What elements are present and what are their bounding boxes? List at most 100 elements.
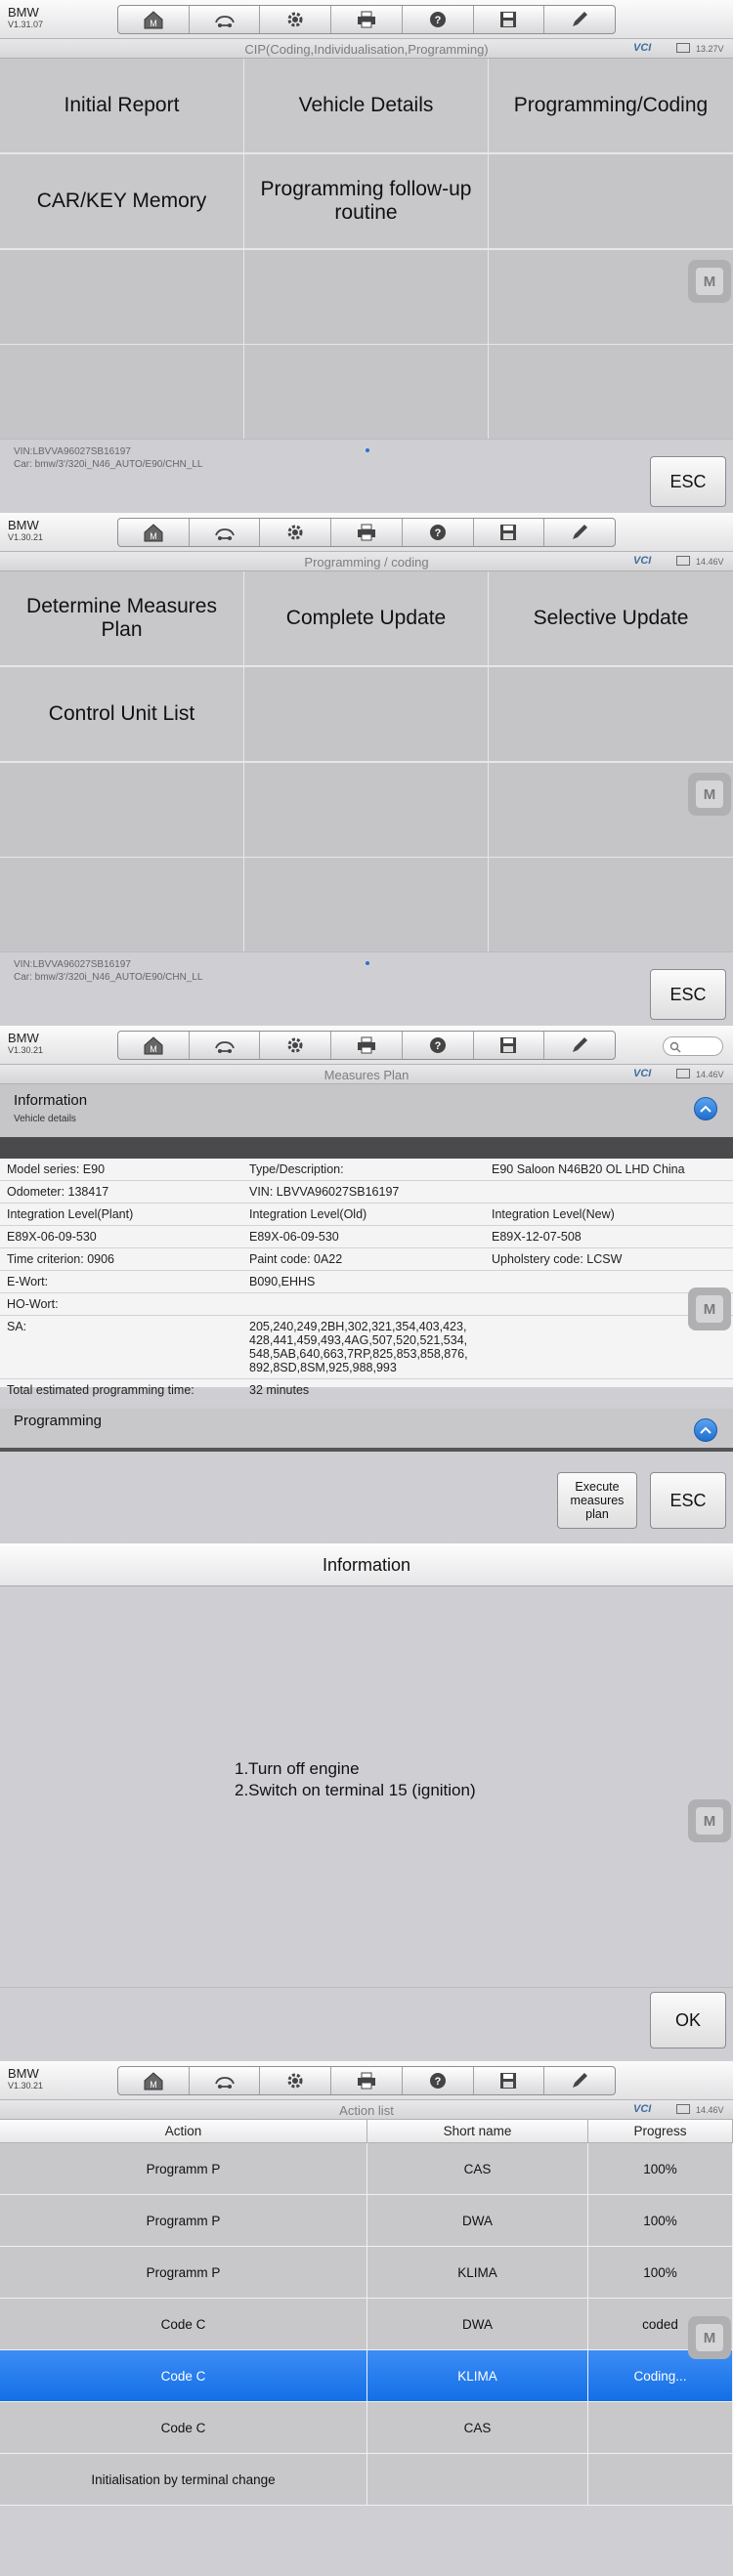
information-section-header[interactable]: Information Vehicle details (0, 1084, 733, 1137)
save-button[interactable] (474, 6, 545, 33)
menu-tile-complete-update[interactable]: Complete Update (244, 571, 488, 665)
car-button[interactable] (190, 2067, 261, 2094)
table-cell: Programm P (0, 2143, 367, 2194)
menu-tile-programming-follow-up-routine[interactable]: Programming follow-up routine (244, 153, 488, 248)
help-button[interactable]: ? (403, 519, 474, 546)
menu-tile-vehicle-details[interactable]: Vehicle Details (244, 59, 488, 152)
table-row[interactable]: Code C KLIMA Coding... (0, 2350, 733, 2402)
ok-button[interactable]: OK (650, 1992, 726, 2048)
printer-icon (355, 2070, 378, 2091)
table-cell: Time criterion: 0906 (7, 1252, 114, 1266)
menu-tile-empty (0, 249, 243, 344)
save-button[interactable] (474, 1032, 545, 1059)
pen-button[interactable] (544, 1032, 615, 1059)
screen-information-dialog: Information 1.Turn off engine 2.Switch o… (0, 1543, 733, 2061)
instruction-line-1: 1.Turn off engine (235, 1759, 360, 1778)
gear-button[interactable] (260, 2067, 332, 2094)
esc-button[interactable]: ESC (650, 456, 726, 507)
car-button[interactable] (190, 519, 261, 546)
collapse-arrow-icon[interactable] (694, 1418, 717, 1442)
menu-tile-initial-report[interactable]: Initial Report (0, 59, 243, 152)
svg-text:M: M (150, 2080, 157, 2090)
table-row[interactable]: Code C DWA coded (0, 2299, 733, 2350)
programming-section-header[interactable]: Programming (0, 1409, 733, 1448)
table-row[interactable]: Programm P KLIMA 100% (0, 2247, 733, 2299)
car-button[interactable] (190, 1032, 261, 1059)
home-button[interactable]: M (118, 6, 190, 33)
help-button[interactable]: ? (403, 6, 474, 33)
printer-button[interactable] (331, 6, 403, 33)
menu-tile-empty (489, 153, 733, 248)
home-button[interactable]: M (118, 519, 190, 546)
printer-button[interactable] (331, 519, 403, 546)
screen-cip-menu: BMW V1.31.07 M? CIP(Coding,Individualisat… (0, 0, 733, 513)
screen-action-list: BMW V1.30.21 M? Action list VCI 14.46V Ac… (0, 2061, 733, 2576)
page-title: Programming / coding (304, 555, 429, 570)
esc-button[interactable]: ESC (650, 1472, 726, 1529)
floating-m-icon[interactable]: M (688, 773, 731, 816)
save-icon (496, 2070, 520, 2091)
floating-m-icon[interactable]: M (688, 1799, 731, 1842)
printer-button[interactable] (331, 2067, 403, 2094)
car-button[interactable] (190, 6, 261, 33)
table-row[interactable]: Initialisation by terminal change (0, 2454, 733, 2506)
home-button[interactable]: M (118, 1032, 190, 1059)
gear-icon (283, 2070, 307, 2091)
pen-button[interactable] (544, 6, 615, 33)
table-cell: 32 minutes (249, 1383, 310, 1397)
esc-button[interactable]: ESC (650, 969, 726, 1020)
table-cell: 100% (588, 2247, 733, 2298)
help-button[interactable]: ? (403, 1032, 474, 1059)
menu-tile-empty (244, 666, 488, 761)
save-button[interactable] (474, 519, 545, 546)
car-icon (213, 1035, 237, 1056)
table-cell (367, 2454, 588, 2505)
toolbar: M? (117, 2066, 616, 2095)
printer-button[interactable] (331, 1032, 403, 1059)
table-row: Odometer: 138417 VIN: LBVVA96027SB16197 (0, 1181, 733, 1204)
floating-m-icon[interactable]: M (688, 260, 731, 303)
floating-m-icon[interactable]: M (688, 2316, 731, 2359)
printer-icon (355, 1035, 378, 1056)
gear-button[interactable] (260, 519, 332, 546)
pen-icon (568, 522, 591, 543)
table-row[interactable]: Code C CAS (0, 2402, 733, 2454)
car-label: Car: bmw/3'/320i_N46_AUTO/E90/CHN_LL (14, 972, 203, 983)
pen-button[interactable] (544, 519, 615, 546)
version-label: V1.30.21 (8, 2081, 44, 2090)
table-cell: Initialisation by terminal change (0, 2454, 367, 2505)
search-input[interactable] (663, 1036, 723, 1056)
pen-button[interactable] (544, 2067, 615, 2094)
app-brand: BMW V1.31.07 (8, 6, 43, 30)
svg-text:M: M (150, 1044, 157, 1054)
home-icon: M (142, 2070, 165, 2091)
menu-tile-selective-update[interactable]: Selective Update (489, 571, 733, 665)
home-button[interactable]: M (118, 2067, 190, 2094)
table-cell: Integration Level(Old) (249, 1207, 367, 1221)
brand-name: BMW (8, 1031, 39, 1045)
app-brand: BMW V1.30.21 (8, 2067, 43, 2091)
svg-text:?: ? (434, 1040, 441, 1052)
menu-tile-empty (0, 345, 243, 440)
menu-tile-determine-measures-plan[interactable]: Determine Measures Plan (0, 571, 243, 665)
floating-m-icon[interactable]: M (688, 1288, 731, 1330)
table-cell (242, 1293, 485, 1315)
table-row[interactable]: Programm P CAS 100% (0, 2143, 733, 2195)
menu-tile-control-unit-list[interactable]: Control Unit List (0, 666, 243, 761)
collapse-arrow-icon[interactable] (694, 1097, 717, 1120)
gear-button[interactable] (260, 6, 332, 33)
table-cell: Paint code: 0A22 (249, 1252, 343, 1266)
menu-tile-programming-coding[interactable]: Programming/Coding (489, 59, 733, 152)
help-button[interactable]: ? (403, 2067, 474, 2094)
table-row: Total estimated programming time: 32 minu… (0, 1379, 733, 1402)
column-header: Short name (367, 2120, 588, 2143)
save-button[interactable] (474, 2067, 545, 2094)
help-icon: ? (426, 2070, 450, 2091)
top-bar: BMW V1.30.21 M? (0, 513, 733, 552)
execute-measures-plan-button[interactable]: Execute measures plan (557, 1472, 637, 1529)
menu-tile-car-key-memory[interactable]: CAR/KEY Memory (0, 153, 243, 248)
gear-button[interactable] (260, 1032, 332, 1059)
table-row[interactable]: Programm P DWA 100% (0, 2195, 733, 2247)
programming-title: Programming (14, 1413, 103, 1429)
screen-measures-plan: BMW V1.30.21 M? Measures Plan VCI 14.46V … (0, 1026, 733, 1543)
